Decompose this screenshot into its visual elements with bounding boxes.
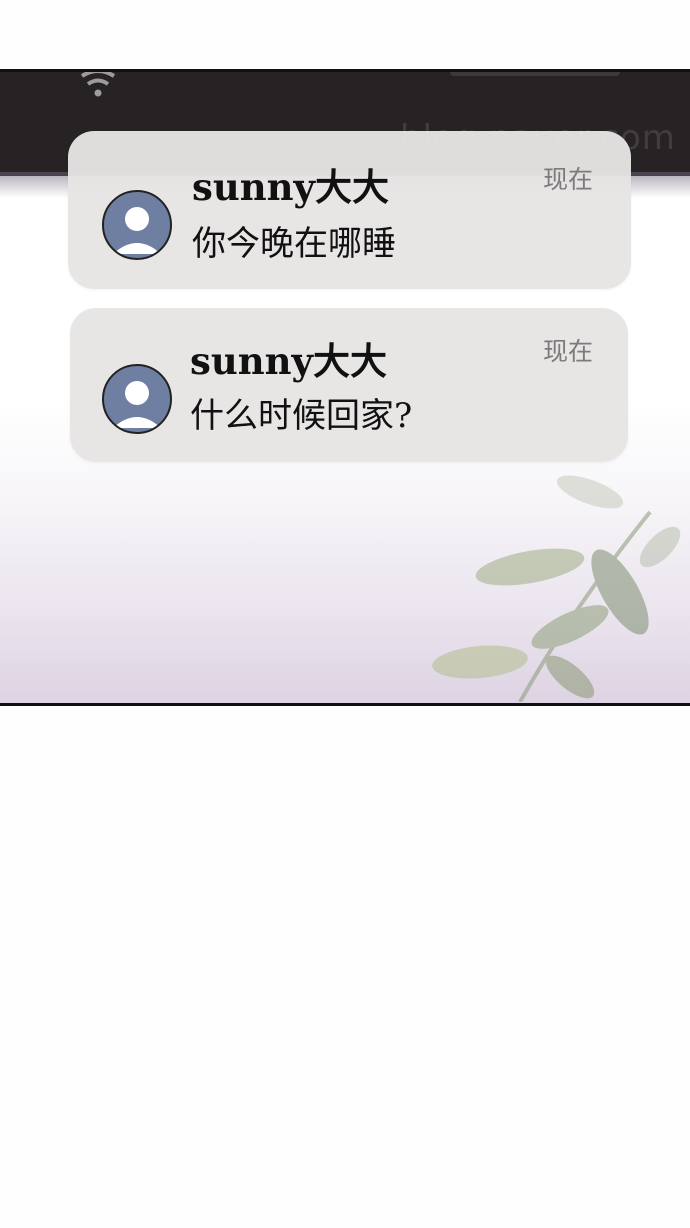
comic-page: blog.naver.com sunny大大 [0, 0, 690, 1228]
notification-card[interactable]: sunny大大 什么时候回家? 现在 [70, 308, 628, 462]
notification-time: 现在 [543, 165, 594, 194]
notification-time: 现在 [543, 337, 594, 366]
leaf-decoration [432, 475, 681, 702]
comic-panel: blog.naver.com sunny大大 [0, 69, 690, 706]
notification-sender: sunny大大 [190, 339, 388, 383]
notification-card[interactable]: sunny大大 你今晚在哪睡 现在 [68, 131, 631, 289]
wifi-icon [80, 72, 116, 97]
person-avatar-icon [102, 364, 172, 434]
notification-message: 你今晚在哪睡 [192, 224, 396, 264]
person-avatar-icon [102, 190, 172, 260]
notification-sender: sunny大大 [192, 165, 390, 209]
status-bar-blur [450, 72, 620, 76]
notification-message: 什么时候回家? [190, 396, 413, 436]
